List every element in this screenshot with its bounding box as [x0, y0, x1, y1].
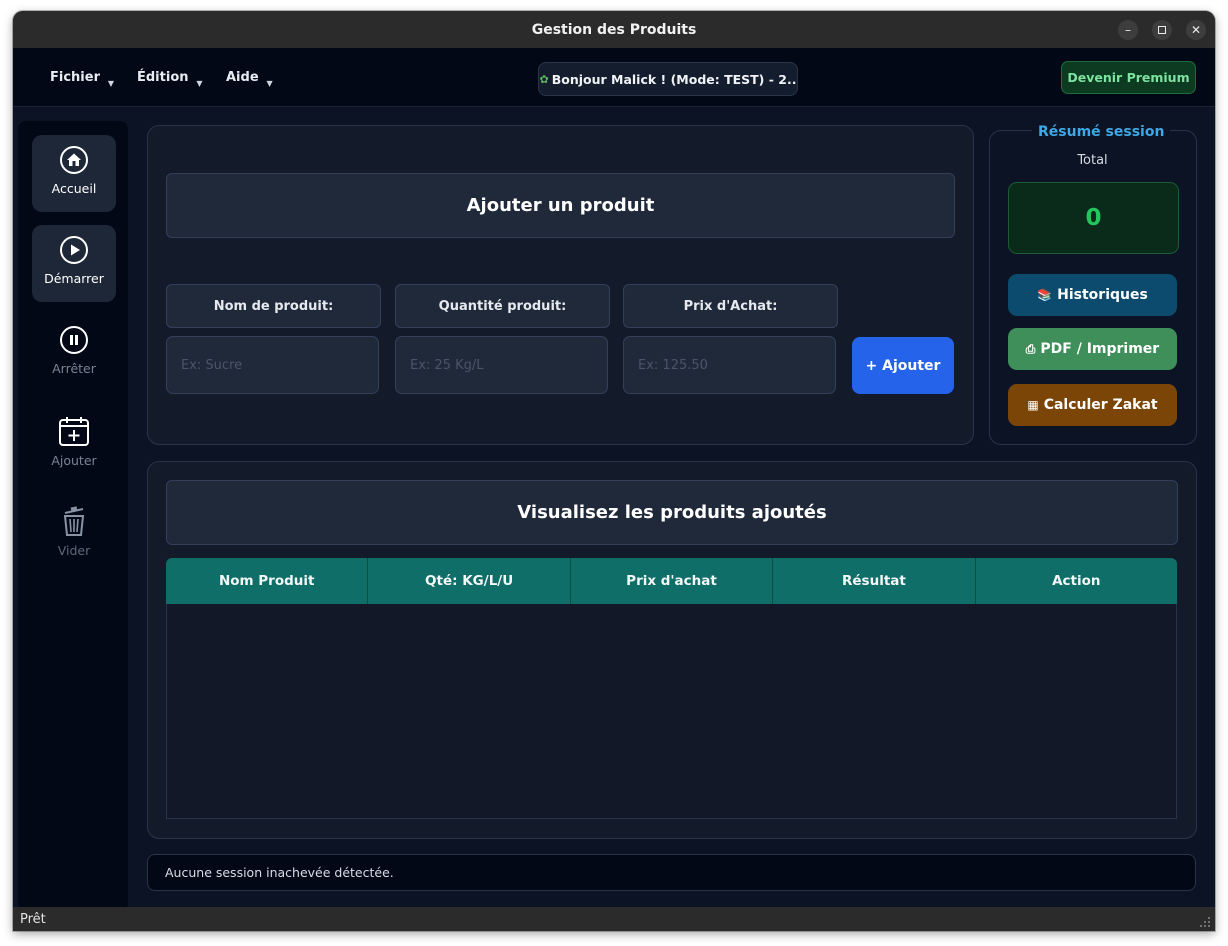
total-label: Total	[1077, 153, 1108, 168]
close-button[interactable]: ✕	[1186, 20, 1206, 40]
zakat-button[interactable]: ▦ Calculer Zakat	[1008, 384, 1177, 426]
sidebar-item-label: Ajouter	[51, 453, 97, 468]
total-value: 0	[1008, 182, 1179, 254]
minimize-button[interactable]: –	[1118, 20, 1138, 40]
pdf-print-button-label: PDF / Imprimer	[1040, 341, 1160, 357]
product-price-input[interactable]	[623, 336, 836, 394]
abacus-icon: ▦	[1027, 398, 1039, 412]
menu-aide[interactable]: Aide ▼	[226, 70, 273, 88]
puzzle-icon: ✿	[539, 72, 549, 86]
greeting-text: Bonjour Malick ! (Mode: TEST) - 2..	[551, 71, 797, 87]
calendar-plus-icon	[59, 417, 89, 446]
resize-grip-icon[interactable]	[1199, 916, 1211, 928]
history-button-label: Historiques	[1057, 287, 1148, 303]
sidebar-item-vider[interactable]: Vider	[32, 495, 116, 572]
sidebar-item-ajouter[interactable]: Ajouter	[32, 405, 116, 482]
minimize-icon: –	[1125, 23, 1131, 37]
products-table-header: Nom Produit Qté: KG/L/U Prix d'achat Rés…	[166, 558, 1177, 604]
maximize-button[interactable]	[1152, 20, 1172, 40]
home-icon	[60, 146, 88, 174]
product-quantity-input[interactable]	[395, 336, 608, 394]
menu-fichier-label: Fichier	[50, 70, 100, 85]
product-quantity-label: Quantité produit:	[395, 284, 610, 328]
sidebar-item-label: Démarrer	[44, 271, 104, 286]
zakat-button-label: Calculer Zakat	[1043, 397, 1158, 413]
sidebar-item-accueil[interactable]: Accueil	[32, 135, 116, 212]
products-title: Visualisez les produits ajoutés	[166, 480, 1178, 545]
sidebar-item-label: Accueil	[51, 181, 97, 196]
add-product-button[interactable]: + Ajouter	[852, 337, 954, 394]
sidebar-item-demarrer[interactable]: Démarrer	[32, 225, 116, 302]
caret-down-icon: ▼	[266, 79, 273, 88]
add-product-title: Ajouter un produit	[166, 173, 955, 238]
session-status-text: Aucune session inachevée détectée.	[165, 865, 394, 880]
menu-edition[interactable]: Édition ▼	[137, 70, 203, 88]
sidebar-item-label: Arrêter	[52, 361, 96, 376]
product-price-label: Prix d'Achat:	[623, 284, 838, 328]
caret-down-icon: ▼	[196, 79, 203, 88]
column-header-quantity[interactable]: Qté: KG/L/U	[368, 558, 571, 604]
column-header-name[interactable]: Nom Produit	[166, 558, 369, 604]
session-summary-title: Résumé session	[1032, 124, 1171, 140]
printer-icon: ⎙	[1025, 341, 1036, 356]
products-table-body[interactable]	[166, 604, 1177, 819]
books-icon: 📚	[1037, 288, 1053, 302]
column-header-action[interactable]: Action	[976, 558, 1177, 604]
close-icon: ✕	[1190, 23, 1202, 37]
status-bar: Prêt	[13, 907, 1215, 931]
premium-button[interactable]: Devenir Premium	[1061, 61, 1196, 94]
menu-aide-label: Aide	[226, 70, 259, 85]
pause-icon	[60, 326, 88, 354]
maximize-icon	[1158, 26, 1166, 34]
sidebar: Accueil Démarrer Arrêter Ajouter Vider	[18, 121, 128, 911]
title-bar: Gestion des Produits – ✕	[13, 11, 1215, 48]
history-button[interactable]: 📚 Historiques	[1008, 274, 1177, 316]
session-status-message: Aucune session inachevée détectée.	[147, 854, 1196, 891]
pdf-print-button[interactable]: ⎙ PDF / Imprimer	[1008, 328, 1177, 370]
window-title: Gestion des Produits	[531, 21, 697, 38]
column-header-result[interactable]: Résultat	[773, 558, 976, 604]
menu-fichier[interactable]: Fichier ▼	[50, 70, 114, 88]
play-icon	[60, 236, 88, 264]
product-name-input[interactable]	[166, 336, 379, 394]
sidebar-item-label: Vider	[57, 543, 91, 558]
status-bar-text: Prêt	[20, 911, 46, 927]
column-header-price[interactable]: Prix d'achat	[571, 558, 774, 604]
sidebar-item-arreter[interactable]: Arrêter	[32, 315, 116, 392]
premium-label: Devenir Premium	[1067, 70, 1190, 85]
menu-edition-label: Édition	[137, 70, 189, 85]
caret-down-icon: ▼	[107, 79, 114, 88]
product-name-label: Nom de produit:	[166, 284, 381, 328]
menu-bar: Fichier ▼ Édition ▼ Aide ▼ ✿ Bonjour Mal…	[13, 48, 1215, 107]
greeting-badge: ✿ Bonjour Malick ! (Mode: TEST) - 2..	[538, 62, 798, 96]
trash-icon	[63, 506, 85, 536]
